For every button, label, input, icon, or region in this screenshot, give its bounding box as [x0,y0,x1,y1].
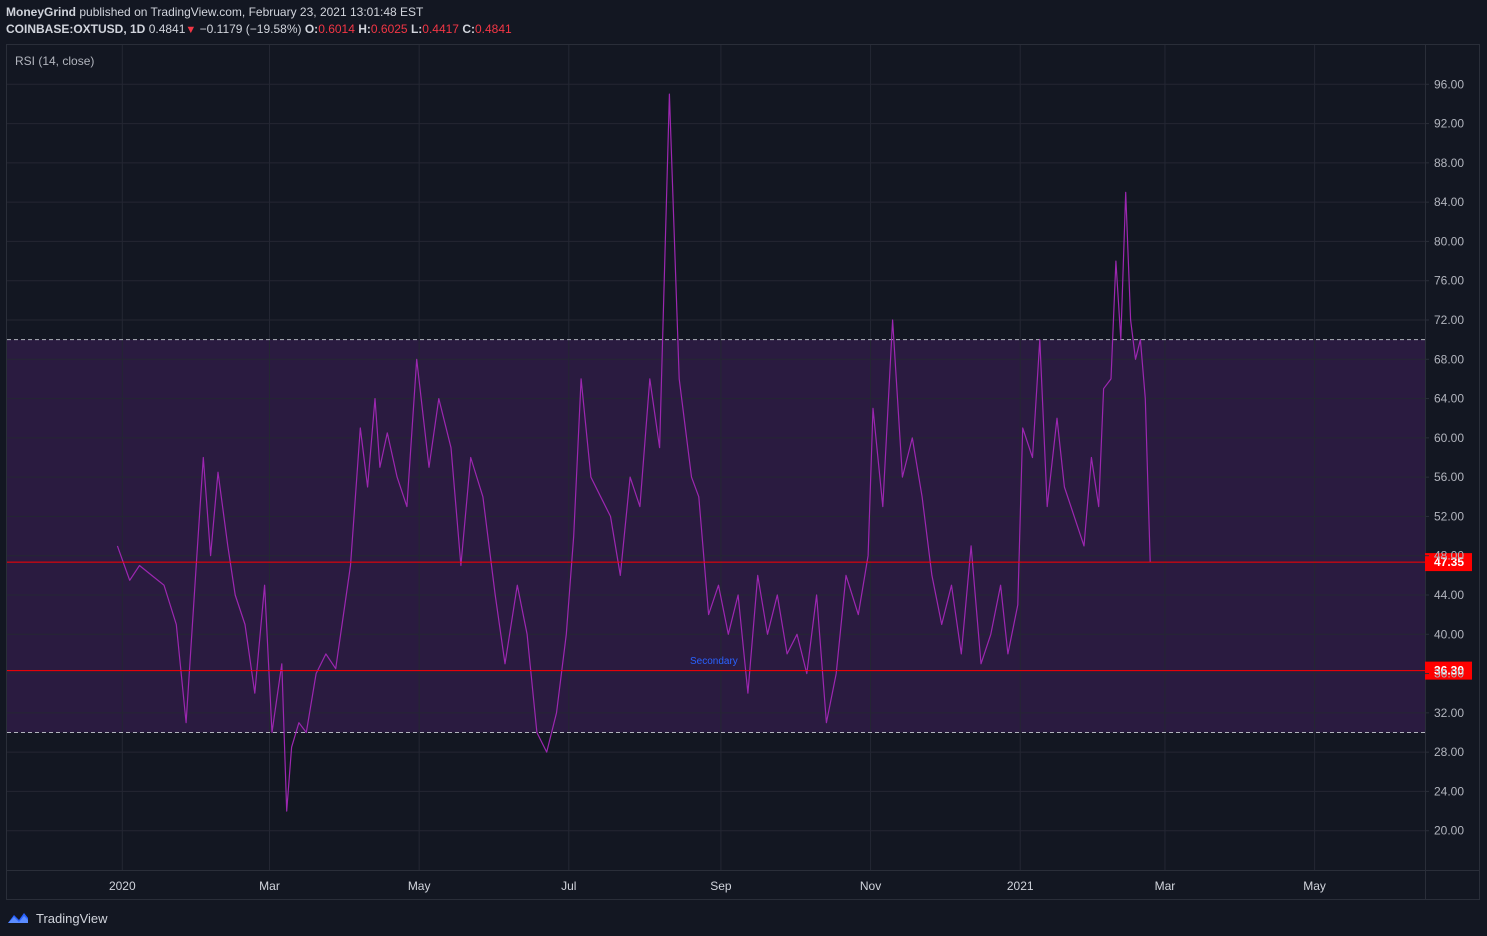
published-info: published on TradingView.com, February 2… [79,5,424,19]
tradingview-logo-icon [8,913,28,923]
y-tick-label: 64.00 [1434,392,1464,406]
rsi-chart[interactable]: 47.3536.30 20.0024.0028.0032.0036.0040.0… [0,0,1487,936]
indicator-label: RSI (14, close) [15,54,94,68]
down-arrow-icon: ▼ [185,24,197,36]
y-tick-label: 84.00 [1434,195,1464,209]
y-tick-label: 32.00 [1434,706,1464,720]
y-tick-label: 28.00 [1434,745,1464,759]
y-tick-label: 72.00 [1434,313,1464,327]
footer-branding[interactable]: TradingView [6,908,108,928]
publisher-name[interactable]: MoneyGrind [6,5,76,19]
x-tick-label: May [1303,879,1326,893]
y-tick-label: 24.00 [1434,784,1464,798]
open-label: O: [304,22,319,36]
y-tick-label: 80.00 [1434,234,1464,248]
x-tick-label: 2021 [1007,879,1034,893]
x-tick-label: May [408,879,431,893]
time-scale: 2020 Mar May Jul Sep Nov 2021 Mar May [109,879,1326,893]
y-tick-label: 92.00 [1434,117,1464,131]
low-value: 0.4417 [422,22,459,36]
x-tick-label: 2020 [109,879,136,893]
x-tick-label: Nov [860,879,881,893]
y-tick-label: 56.00 [1434,470,1464,484]
open-value: 0.6014 [318,22,355,36]
last-price: 0.4841 [148,22,186,36]
y-tick-label: 88.00 [1434,156,1464,170]
chart-header: MoneyGrind published on TradingView.com,… [6,4,512,39]
high-value: 0.6025 [370,22,408,36]
y-tick-label: 48.00 [1434,549,1464,563]
symbol-label[interactable]: COINBASE:OXTUSD, 1D [6,22,145,36]
secondary-annotation[interactable]: Secondary [690,656,738,667]
y-tick-label: 76.00 [1434,274,1464,288]
close-value: 0.4841 [475,22,512,36]
x-tick-label: Mar [1155,879,1176,893]
y-tick-label: 96.00 [1434,77,1464,91]
high-label: H: [358,22,371,36]
price-scale: 20.00 24.00 28.00 32.00 36.00 40.00 44.00 48.00… [1425,77,1464,838]
y-tick-label: 40.00 [1434,627,1464,641]
x-tick-label: Jul [561,879,576,893]
y-tick-label: 20.00 [1434,824,1464,838]
y-tick-label: 60.00 [1434,431,1464,445]
tradingview-brand: TradingView [36,910,108,926]
y-tick-label: 68.00 [1434,352,1464,366]
price-change: −0.1179 (−19.58%) [199,22,302,36]
close-label: C: [462,22,475,36]
y-tick-label: 36.00 [1434,667,1464,681]
x-tick-label: Sep [710,879,732,893]
y-tick-label: 52.00 [1434,509,1464,523]
x-tick-label: Mar [259,879,280,893]
low-label: L: [410,22,423,36]
y-tick-label: 44.00 [1434,588,1464,602]
